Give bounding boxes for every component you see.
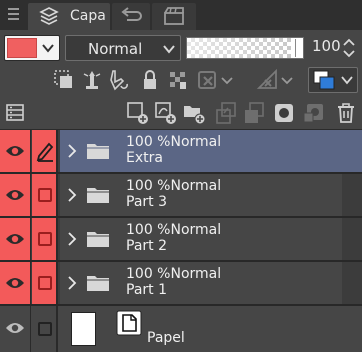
layer-blend-mode: Normal xyxy=(170,178,222,194)
opacity-slider-handle[interactable] xyxy=(295,39,301,57)
layer-property-icon[interactable] xyxy=(4,101,28,125)
layer-info: 100 %Normal Part 1 xyxy=(126,266,221,298)
folder-icon xyxy=(87,144,109,159)
visibility-toggle[interactable] xyxy=(0,262,31,304)
layer-info: 100 %Normal Extra xyxy=(126,134,221,166)
folder-icon xyxy=(87,232,109,247)
pen-icon xyxy=(36,142,54,162)
blend-mode-select[interactable]: Normal xyxy=(65,35,181,61)
chevron-down-icon[interactable] xyxy=(280,68,294,92)
eye-icon xyxy=(6,234,24,244)
mask-icon[interactable] xyxy=(272,101,296,125)
opacity-stepper[interactable] xyxy=(342,36,356,60)
layer-row-part-3[interactable]: 100 %Normal Part 3 xyxy=(0,174,362,218)
eye-icon xyxy=(6,190,24,200)
layer-content[interactable]: 100 %Normal Part 3 xyxy=(60,174,362,216)
opacity-slider[interactable] xyxy=(186,37,304,59)
tab-animation[interactable] xyxy=(152,3,196,30)
visibility-toggle[interactable] xyxy=(0,130,31,172)
chevron-down-icon[interactable] xyxy=(220,68,234,92)
visibility-toggle[interactable] xyxy=(0,174,31,216)
layer-name: Papel xyxy=(147,330,185,346)
layer-opacity: 100 % xyxy=(126,178,171,194)
mask-enable-icon[interactable] xyxy=(196,68,220,92)
paper-layer-icon xyxy=(116,310,142,336)
layer-blend-mode: Normal xyxy=(170,222,222,238)
layer-list: 100 %Normal Extra 100 %Normal Part 3 100… xyxy=(0,130,362,352)
reference-layer-icon[interactable] xyxy=(80,68,104,92)
layer-content[interactable]: 100 %Normal Part 1 xyxy=(60,262,362,304)
ruler-display-icon[interactable] xyxy=(256,68,280,92)
selection-layer-icon[interactable] xyxy=(106,68,130,92)
layer-name: Part 3 xyxy=(126,194,167,210)
paper-thumbnail xyxy=(71,312,96,346)
tab-bar: Capa xyxy=(0,0,362,30)
chevron-right-icon[interactable] xyxy=(66,143,78,159)
layer-opacity: 100 % xyxy=(126,134,171,150)
layer-row-part-2[interactable]: 100 %Normal Part 2 xyxy=(0,218,362,262)
apply-mask-icon[interactable] xyxy=(302,101,326,125)
tab-layer-label: Capa xyxy=(70,8,106,24)
transfer-down-icon[interactable] xyxy=(214,101,238,125)
layers-icon xyxy=(39,7,59,25)
layer-content[interactable]: 100 %Normal Extra xyxy=(60,130,362,172)
layer-color-swatch xyxy=(7,38,37,58)
eye-icon xyxy=(6,323,24,333)
clip-to-layer-icon[interactable] xyxy=(52,68,76,92)
eye-icon xyxy=(6,146,24,156)
merge-down-icon[interactable] xyxy=(242,101,266,125)
opacity-value[interactable]: 100 xyxy=(312,37,341,55)
layer-row-paper[interactable]: Papel xyxy=(0,306,362,352)
chevron-right-icon[interactable] xyxy=(66,187,78,203)
color-mode-icon xyxy=(313,70,335,90)
edit-target-toggle[interactable] xyxy=(32,218,58,260)
panel-menu-button[interactable] xyxy=(2,3,24,25)
layer-info: 100 %Normal Part 2 xyxy=(126,222,221,254)
layer-opacity: 100 % xyxy=(126,266,171,282)
chevron-down-icon xyxy=(341,76,353,85)
delete-layer-icon[interactable] xyxy=(334,101,358,125)
new-raster-layer-icon[interactable] xyxy=(126,101,150,125)
folder-icon xyxy=(87,188,109,203)
chevron-down-icon xyxy=(42,44,54,53)
edit-target-toggle[interactable] xyxy=(32,262,58,304)
eye-icon xyxy=(6,278,24,288)
new-vector-layer-icon[interactable] xyxy=(154,101,178,125)
layer-property-bar: Normal 100 xyxy=(0,30,362,64)
layer-command-bar xyxy=(0,96,362,130)
tab-layer[interactable]: Capa xyxy=(28,3,110,30)
layer-color-picker[interactable] xyxy=(4,35,60,61)
layer-row-extra[interactable]: 100 %Normal Extra xyxy=(0,130,362,174)
tab-history[interactable] xyxy=(112,3,150,30)
new-folder-icon[interactable] xyxy=(182,101,206,125)
edit-target-toggle[interactable] xyxy=(32,130,58,172)
layer-name: Part 1 xyxy=(126,282,167,298)
folder-icon xyxy=(87,276,109,291)
layer-blend-mode: Normal xyxy=(170,134,222,150)
chevron-right-icon[interactable] xyxy=(66,231,78,247)
lock-transparency-icon[interactable] xyxy=(166,68,190,92)
layer-toggle-bar xyxy=(0,64,362,96)
edit-target-toggle[interactable] xyxy=(32,174,58,216)
blend-mode-value: Normal xyxy=(88,40,143,58)
history-icon xyxy=(121,7,142,21)
animation-icon xyxy=(164,7,184,25)
layer-blend-mode: Normal xyxy=(170,266,222,282)
layer-name: Extra xyxy=(126,150,163,166)
visibility-toggle[interactable] xyxy=(0,218,31,260)
chevron-right-icon[interactable] xyxy=(66,275,78,291)
chevron-down-icon xyxy=(163,45,175,54)
layer-opacity: 100 % xyxy=(126,222,171,238)
layer-name: Part 2 xyxy=(126,238,167,254)
color-mode-button[interactable] xyxy=(308,67,358,93)
layer-info: 100 %Normal Part 3 xyxy=(126,178,221,210)
visibility-toggle[interactable] xyxy=(0,306,31,352)
layer-content[interactable]: 100 %Normal Part 2 xyxy=(60,218,362,260)
edit-target-toggle[interactable] xyxy=(32,306,58,352)
layer-row-part-1[interactable]: 100 %Normal Part 1 xyxy=(0,262,362,306)
lock-layer-icon[interactable] xyxy=(138,68,162,92)
